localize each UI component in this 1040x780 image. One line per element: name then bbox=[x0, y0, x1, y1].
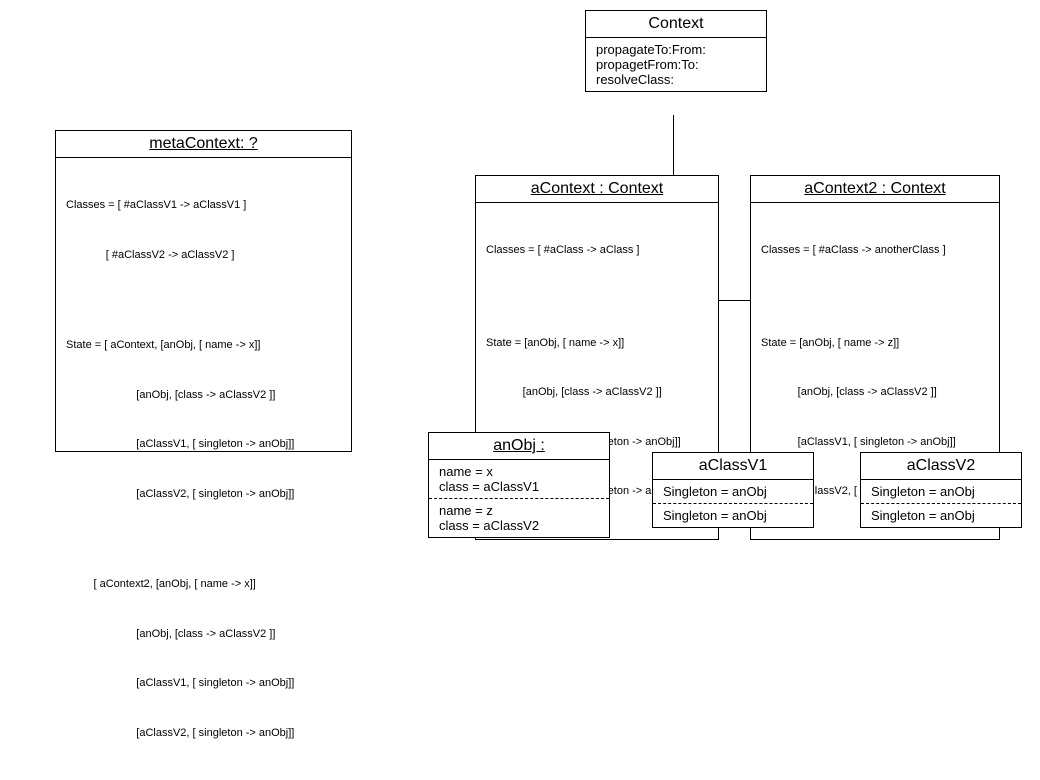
classes-line: [ #aClassV2 -> aClassV2 ] bbox=[66, 247, 341, 264]
state-line: [ aContext2, [anObj, [ name -> x]] bbox=[66, 576, 341, 593]
aclassv2-bottom: Singleton = anObj bbox=[861, 503, 1021, 527]
anobj-box: anObj : name = x class = aClassV1 name =… bbox=[428, 432, 610, 538]
method: propagetFrom:To: bbox=[596, 57, 756, 72]
method: propagateTo:From: bbox=[596, 42, 756, 57]
aclassv1-box: aClassV1 Singleton = anObj Singleton = a… bbox=[652, 452, 814, 528]
acontext-title: aContext : Context bbox=[476, 176, 718, 203]
metacontext-box: metaContext: ? Classes = [ #aClassV1 -> … bbox=[55, 130, 352, 452]
method: resolveClass: bbox=[596, 72, 756, 87]
aclassv1-title: aClassV1 bbox=[653, 453, 813, 480]
anobj-bottom: name = z class = aClassV2 bbox=[429, 498, 609, 537]
aclassv2-top: Singleton = anObj bbox=[861, 480, 1021, 503]
state-line: [aClassV2, [ singleton -> anObj]] bbox=[66, 486, 341, 503]
prop: name = z bbox=[439, 503, 599, 518]
anobj-title: anObj : bbox=[429, 433, 609, 460]
state-line: [anObj, [class -> aClassV2 ]] bbox=[66, 626, 341, 643]
state-line: [aClassV1, [ singleton -> anObj]] bbox=[66, 436, 341, 453]
state-line: [aClassV1, [ singleton -> anObj]] bbox=[761, 434, 989, 451]
state-line: [aClassV1, [ singleton -> anObj]] bbox=[66, 675, 341, 692]
anobj-top: name = x class = aClassV1 bbox=[429, 460, 609, 498]
line-acontext-to-acontext2 bbox=[717, 300, 750, 301]
metacontext-body: Classes = [ #aClassV1 -> aClassV1 ] [ #a… bbox=[56, 158, 351, 780]
aclassv2-title: aClassV2 bbox=[861, 453, 1021, 480]
prop: class = aClassV2 bbox=[439, 518, 599, 533]
classes-line: Classes = [ #aClass -> anotherClass ] bbox=[761, 242, 989, 259]
state-line: State = [ aContext, [anObj, [ name -> x]… bbox=[66, 337, 341, 354]
context-class-box: Context propagateTo:From: propagetFrom:T… bbox=[585, 10, 767, 92]
prop: name = x bbox=[439, 464, 599, 479]
diagram-canvas: Context propagateTo:From: propagetFrom:T… bbox=[0, 0, 1040, 621]
state-line: [anObj, [class -> aClassV2 ]] bbox=[66, 387, 341, 404]
aclassv1-bottom: Singleton = anObj bbox=[653, 503, 813, 527]
acontext2-title: aContext2 : Context bbox=[751, 176, 999, 203]
aclassv2-box: aClassV2 Singleton = anObj Singleton = a… bbox=[860, 452, 1022, 528]
aclassv1-top: Singleton = anObj bbox=[653, 480, 813, 503]
prop: class = aClassV1 bbox=[439, 479, 599, 494]
context-title: Context bbox=[586, 11, 766, 38]
classes-line: Classes = [ #aClass -> aClass ] bbox=[486, 242, 708, 259]
state-line: [anObj, [class -> aClassV2 ]] bbox=[761, 384, 989, 401]
state-line: [aClassV2, [ singleton -> anObj]] bbox=[66, 725, 341, 742]
state-line: State = [anObj, [ name -> x]] bbox=[486, 335, 708, 352]
context-methods: propagateTo:From: propagetFrom:To: resol… bbox=[586, 38, 766, 91]
classes-line: Classes = [ #aClassV1 -> aClassV1 ] bbox=[66, 197, 341, 214]
metacontext-title: metaContext: ? bbox=[56, 131, 351, 158]
state-line: State = [anObj, [ name -> z]] bbox=[761, 335, 989, 352]
state-line: [anObj, [class -> aClassV2 ]] bbox=[486, 384, 708, 401]
line-context-to-acontext bbox=[673, 115, 674, 175]
